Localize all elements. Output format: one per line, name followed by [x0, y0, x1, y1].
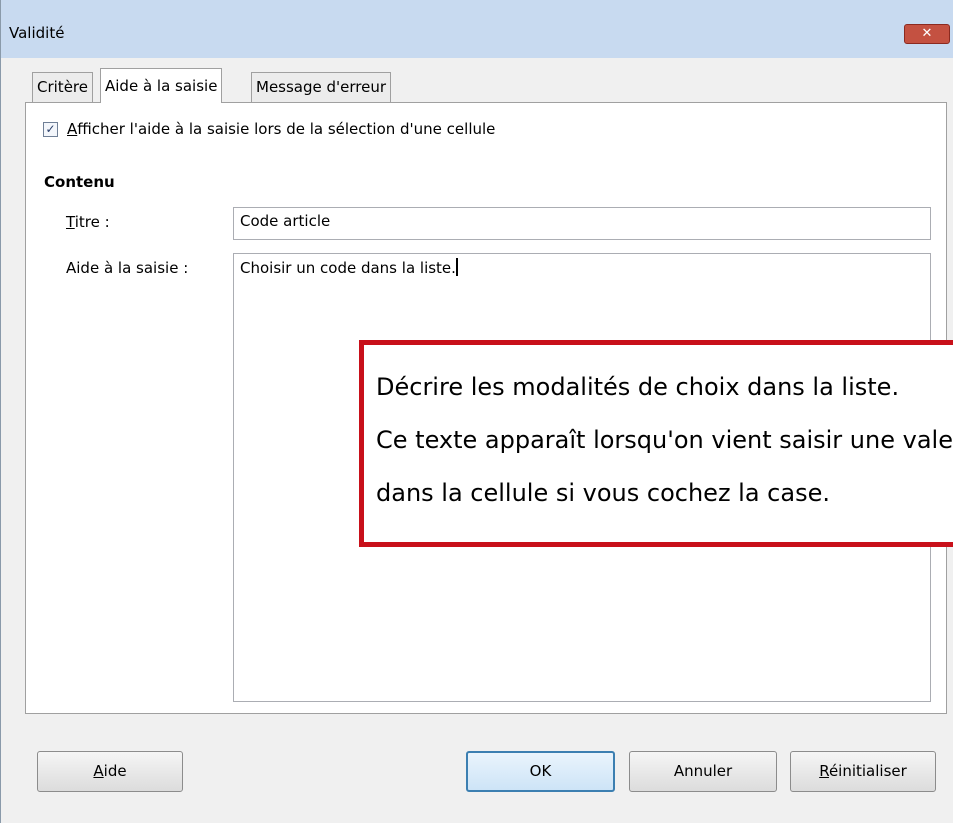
- help-text-value: Choisir un code dans la liste.: [240, 259, 456, 277]
- show-help-checkbox-label[interactable]: Afficher l'aide à la saisie lors de la s…: [67, 120, 495, 138]
- reset-button[interactable]: Réinitialiser: [790, 751, 936, 792]
- tab-criteria[interactable]: Critère: [32, 72, 93, 102]
- callout-line-1: Décrire les modalités de choix dans la l…: [376, 373, 900, 401]
- title-field-label: Titre :: [66, 213, 110, 231]
- ok-button[interactable]: OK: [466, 751, 615, 792]
- annotation-callout: Décrire les modalités de choix dans la l…: [359, 340, 953, 547]
- callout-line-3: dans la cellule si vous cochez la case.: [376, 479, 830, 507]
- window-title: Validité: [9, 24, 65, 42]
- title-input-value: Code article: [240, 212, 331, 230]
- close-button[interactable]: ✕: [904, 24, 950, 44]
- callout-line-2: Ce texte apparaît lorsqu'on vient saisir…: [376, 426, 953, 454]
- text-caret: [455, 258, 458, 276]
- checkmark-icon: ✓: [45, 122, 56, 136]
- content-section-title: Contenu: [44, 173, 115, 191]
- close-icon: ✕: [921, 26, 933, 41]
- title-bar: Validité ✕: [1, 0, 953, 58]
- help-button[interactable]: Aide: [37, 751, 183, 792]
- cancel-button[interactable]: Annuler: [629, 751, 777, 792]
- validity-dialog: Validité ✕ Critère Aide à la saisie Mess…: [0, 0, 953, 823]
- tab-error-message[interactable]: Message d'erreur: [251, 72, 392, 102]
- help-field-label: Aide à la saisie :: [66, 259, 189, 277]
- title-input[interactable]: Code article: [233, 207, 931, 240]
- show-help-checkbox[interactable]: ✓: [43, 122, 58, 137]
- tab-input-help[interactable]: Aide à la saisie: [100, 68, 223, 103]
